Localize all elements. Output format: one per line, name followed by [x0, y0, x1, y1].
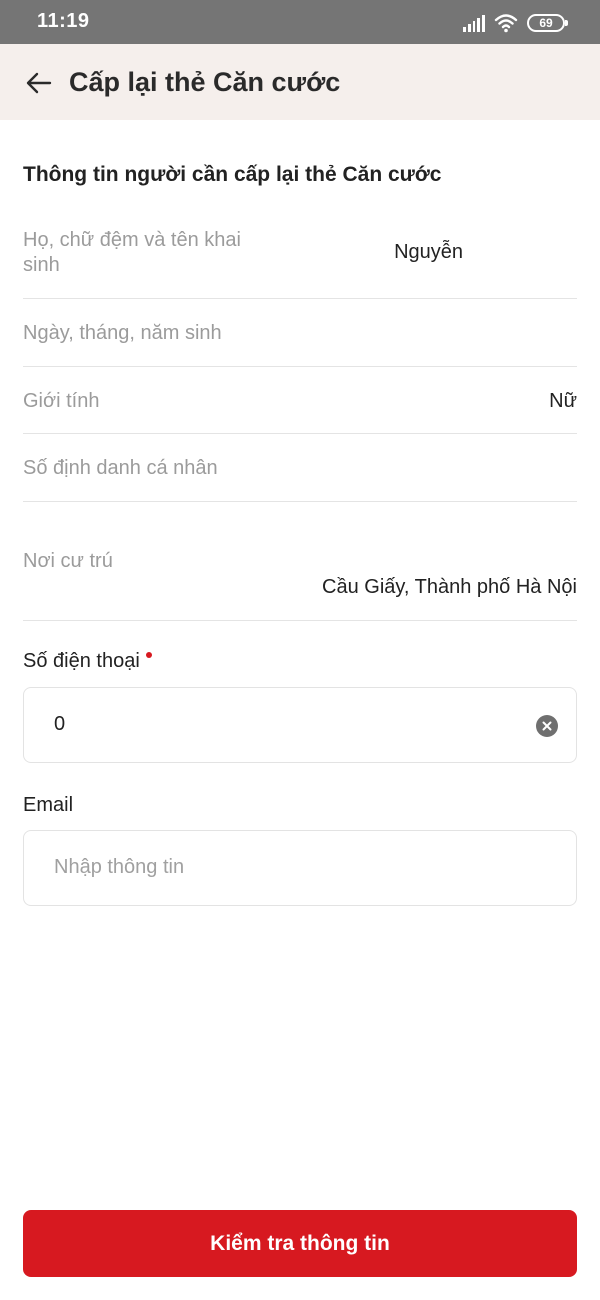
back-button[interactable]: [22, 66, 56, 100]
row-value: Nữ: [549, 390, 577, 412]
check-info-button[interactable]: Kiểm tra thông tin: [23, 1210, 577, 1277]
email-input-box: [23, 830, 577, 906]
status-time: 11:19: [37, 10, 90, 32]
info-row-birth-date: Ngày, tháng, năm sinh: [23, 299, 577, 367]
email-input[interactable]: [54, 856, 514, 879]
clear-circle-icon[interactable]: [536, 715, 558, 737]
row-value: Nguyễn: [394, 241, 463, 263]
section-title: Thông tin người cần cấp lại thẻ Căn cước: [23, 163, 442, 186]
info-row-full-name: Họ, chữ đệm và tên khai sinh Nguyễn: [23, 222, 577, 299]
row-label: Họ, chữ đệm và tên khai sinh: [23, 229, 241, 276]
wifi-icon: [494, 13, 518, 33]
page-title: Cấp lại thẻ Căn cước: [69, 67, 341, 97]
info-row-residence: Nơi cư trú Cầu Giấy, Thành phố Hà Nội: [23, 502, 577, 621]
email-label: Email: [23, 794, 74, 816]
row-label: Ngày, tháng, năm sinh: [23, 322, 222, 344]
phone-label: Số điện thoại: [23, 650, 152, 673]
row-label: Số định danh cá nhân: [23, 457, 218, 479]
row-label: Nơi cư trú: [23, 550, 113, 572]
arrow-left-icon: [26, 72, 52, 94]
info-row-gender: Giới tính Nữ: [23, 367, 577, 434]
row-value: Cầu Giấy, Thành phố Hà Nội: [322, 576, 577, 598]
status-bar: 11:19 69: [0, 0, 600, 44]
battery-icon: 69: [527, 14, 568, 32]
info-row-id-number: Số định danh cá nhân: [23, 434, 577, 502]
battery-level: 69: [539, 16, 553, 30]
row-label: Giới tính: [23, 390, 100, 412]
phone-input-box: [23, 687, 577, 763]
status-icons: 69: [463, 12, 568, 34]
app-header: Cấp lại thẻ Căn cước: [0, 44, 600, 120]
signal-icon: [463, 14, 485, 32]
required-indicator: [145, 652, 152, 658]
phone-input[interactable]: [54, 713, 514, 736]
